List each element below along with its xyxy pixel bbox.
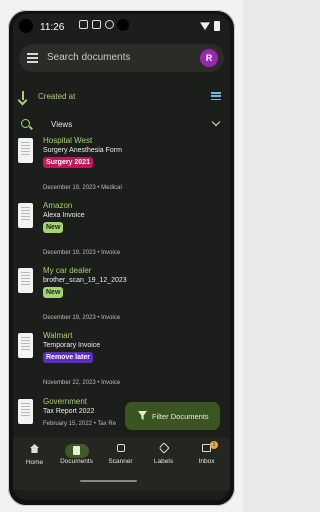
sort-field-label[interactable]: Created at [38, 92, 75, 101]
home-icon [30, 444, 39, 453]
menu-icon[interactable] [27, 53, 38, 63]
tag-chip[interactable]: New [43, 287, 64, 298]
avatar[interactable]: R [200, 49, 218, 67]
document-thumbnail [18, 203, 33, 228]
app-screen: 11:26 Search documents R Created at View… [13, 14, 230, 500]
document-title: brother_scan_19_12_2023 [43, 277, 127, 284]
document-meta: December 19, 2023 • Medical [43, 185, 122, 191]
document-meta: December 19, 2023 • Invoice [43, 315, 121, 321]
gesture-handle[interactable] [80, 480, 137, 482]
document-correspondent: Hospital West [43, 136, 93, 145]
nav-label: Inbox [198, 458, 215, 465]
tag-chip[interactable]: Surgery 2021 [43, 157, 93, 168]
document-correspondent: My car dealer [43, 266, 92, 275]
status-bar: 11:26 [13, 14, 230, 40]
document-thumbnail [18, 399, 33, 424]
document-title: Tax Report 2022 [43, 408, 95, 415]
nav-documents[interactable]: Documents [55, 444, 98, 465]
view-mode-icon[interactable] [211, 92, 221, 101]
document-meta: November 22, 2023 • Invoice [43, 380, 121, 386]
front-camera [117, 19, 129, 31]
notification-icon [79, 20, 88, 29]
filter-documents-label: Filter Documents [152, 412, 209, 421]
document-meta: February 15, 2022 • Tax Re [43, 421, 117, 427]
tag-chip[interactable]: New [43, 222, 64, 233]
views-label: Views [51, 120, 73, 129]
camera-cutout [19, 19, 33, 33]
search-input[interactable]: Search documents [47, 52, 130, 63]
document-title: Temporary Invoice [43, 342, 101, 349]
document-title: Surgery Anesthesia Form [43, 147, 122, 154]
chevron-down-icon[interactable] [211, 117, 221, 127]
document-meta: December 19, 2023 • Invoice [43, 250, 121, 256]
nav-label: Labels [153, 458, 174, 465]
nav-active-indicator [64, 444, 89, 458]
document-correspondent: Government [43, 397, 88, 406]
sort-row[interactable]: Created at [21, 90, 221, 104]
battery-icon [214, 21, 220, 31]
document-thumbnail [18, 333, 33, 358]
scanner-icon [116, 444, 125, 452]
inbox-badge: 1 [210, 441, 218, 449]
wifi-icon [200, 22, 210, 30]
phone-frame: 11:26 Search documents R Created at View… [0, 0, 243, 512]
nav-inbox[interactable]: 1 Inbox [185, 441, 228, 465]
document-thumbnail [18, 138, 33, 163]
nav-home[interactable]: Home [13, 444, 56, 466]
nav-labels[interactable]: Labels [142, 442, 185, 465]
status-time: 11:26 [40, 22, 65, 33]
document-icon [73, 446, 80, 455]
bottom-navigation: Home Documents Scanner Labels 1 Inbox [13, 438, 230, 490]
search-bar[interactable]: Search documents R [19, 44, 224, 72]
document-title: Alexa Invoice [43, 212, 85, 219]
notification-icon [92, 20, 101, 29]
notification-icon [105, 20, 114, 29]
nav-label: Scanner [108, 458, 133, 465]
views-row[interactable]: Views [21, 117, 221, 132]
document-correspondent: Walmart [43, 331, 73, 340]
nav-scanner[interactable]: Scanner [99, 444, 142, 465]
tag-chip[interactable]: Remove later [43, 352, 93, 363]
zoom-search-icon [21, 119, 30, 128]
status-notification-icons [79, 20, 114, 29]
filter-documents-button[interactable]: Filter Documents [125, 402, 220, 430]
label-icon [157, 442, 170, 454]
sort-direction-icon[interactable] [22, 91, 24, 100]
nav-label: Home [25, 459, 44, 466]
document-correspondent: Amazon [43, 201, 73, 210]
nav-label: Documents [60, 458, 93, 465]
filter-icon [138, 411, 147, 420]
document-thumbnail [18, 268, 33, 293]
